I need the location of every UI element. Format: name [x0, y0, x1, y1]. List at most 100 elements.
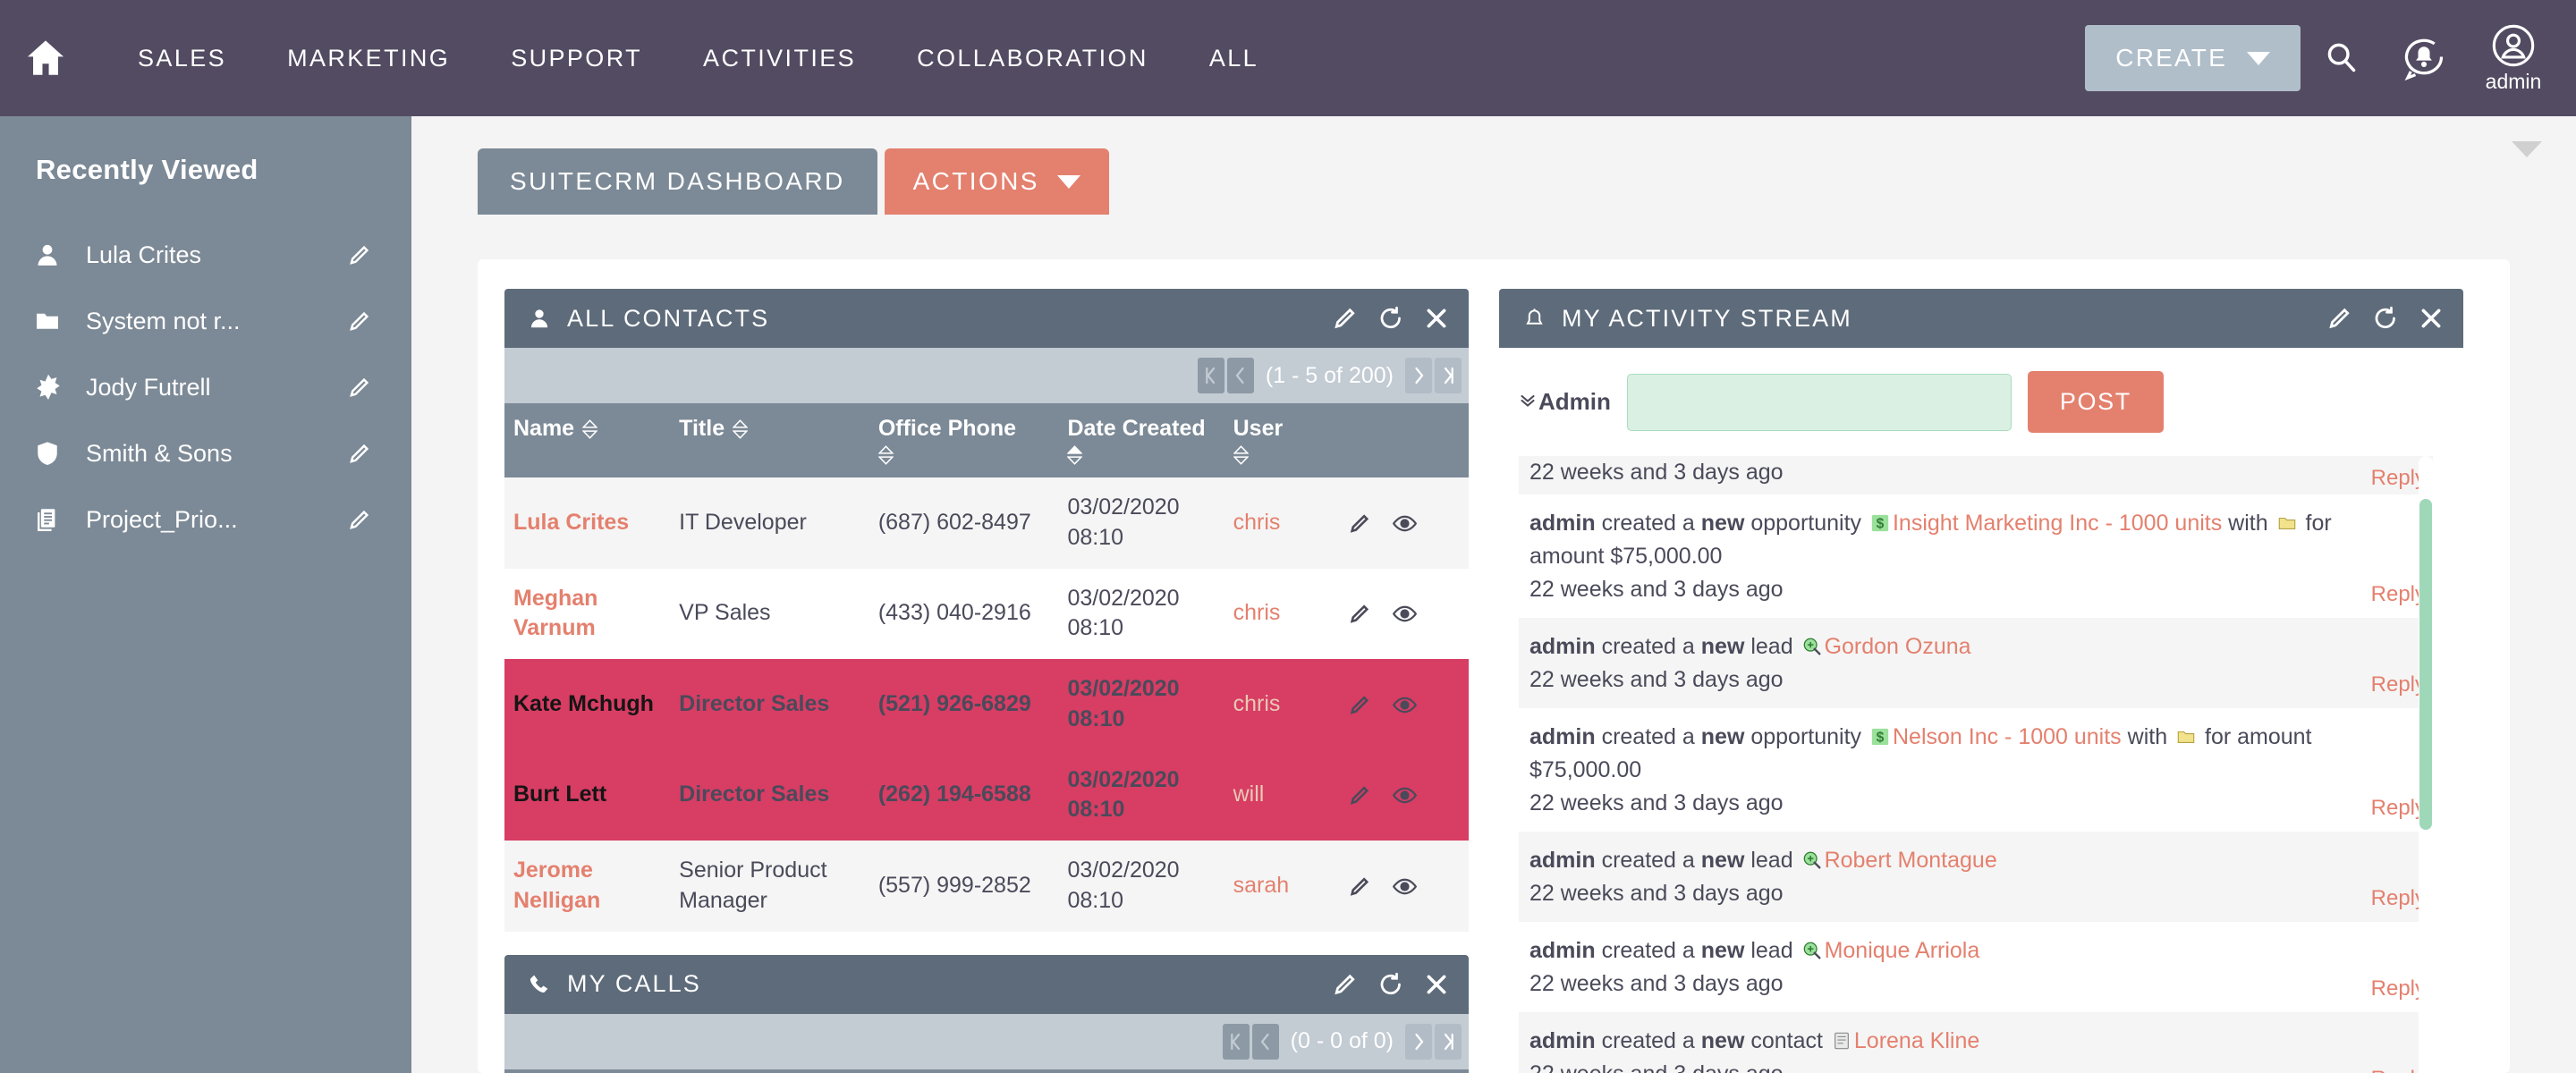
pencil-icon[interactable] [343, 441, 376, 466]
record-link[interactable]: Insight Marketing Inc - 1000 units [1893, 511, 2222, 536]
post-as-user[interactable]: Admin [1519, 388, 1611, 416]
pager-first-button[interactable] [1198, 358, 1224, 393]
contact-link[interactable]: Kate Mchugh [513, 691, 654, 716]
create-button[interactable]: CREATE [2085, 25, 2301, 91]
column-header-start-date[interactable]: Start Date [948, 1069, 1147, 1073]
pencil-icon[interactable] [1347, 511, 1371, 536]
sort-toggle-icon[interactable] [582, 416, 597, 439]
activity-scrollbar-track[interactable] [2419, 456, 2433, 1073]
list-item-partial[interactable]: 22 weeks and 3 days ago Reply [1519, 456, 2433, 494]
pager-last-button[interactable] [1435, 1024, 1462, 1060]
reply-link[interactable]: Reply [2371, 466, 2426, 491]
notification-bell-icon[interactable] [2383, 17, 2465, 99]
list-item[interactable]: admin created a new contact Lorena Kline… [1519, 1012, 2433, 1073]
pager-last-button[interactable] [1435, 358, 1462, 393]
activity-scrollbar-thumb[interactable] [2419, 499, 2432, 830]
pencil-icon[interactable] [343, 375, 376, 400]
user-link[interactable]: chris [1233, 510, 1281, 535]
eye-icon[interactable] [1392, 601, 1418, 627]
sort-toggle-icon[interactable] [878, 442, 1054, 465]
tab-suitecrm-dashboard[interactable]: SUITECRM DASHBOARD [478, 148, 877, 215]
column-header-name[interactable]: Name [504, 403, 670, 477]
column-header-user[interactable]: User [1224, 403, 1339, 477]
reply-link[interactable]: Reply [2371, 796, 2426, 821]
post-button[interactable]: POST [2028, 371, 2164, 433]
reply-link[interactable]: Reply [2371, 672, 2426, 697]
sort-toggle-icon[interactable] [1233, 442, 1334, 465]
record-link[interactable]: Robert Montague [1825, 848, 1997, 873]
column-header-subject[interactable]: Subject [617, 1069, 778, 1073]
table-row[interactable]: Jerome Nelligan Senior Product Manager (… [504, 841, 1469, 932]
list-item[interactable]: admin created a new lead Monique Arriola… [1519, 922, 2433, 1012]
record-link[interactable]: Nelson Inc - 1000 units [1893, 724, 2122, 749]
list-item[interactable]: admin created a new opportunity $Insight… [1519, 494, 2433, 618]
contact-link[interactable]: Lula Crites [513, 510, 629, 535]
home-icon[interactable] [20, 32, 72, 84]
close-icon[interactable] [1424, 972, 1449, 997]
sidebar-item-project-prio[interactable]: Project_Prio... [0, 486, 411, 553]
record-link[interactable]: Gordon Ozuna [1825, 634, 1971, 659]
pager-next-button[interactable] [1405, 1024, 1432, 1060]
eye-icon[interactable] [1392, 511, 1418, 536]
pager-prev-button[interactable] [1227, 358, 1254, 393]
pencil-icon[interactable] [2326, 305, 2352, 332]
column-header-office-phone[interactable]: Office Phone [869, 403, 1059, 477]
nav-item-marketing[interactable]: MARKETING [257, 45, 480, 72]
list-item[interactable]: admin created a new lead Gordon Ozuna 22… [1519, 618, 2433, 708]
pencil-icon[interactable] [343, 242, 376, 267]
reply-link[interactable]: Reply [2371, 1067, 2426, 1073]
pager-next-button[interactable] [1405, 358, 1432, 393]
nav-item-activities[interactable]: ACTIVITIES [673, 45, 886, 72]
pencil-icon[interactable] [1347, 783, 1371, 807]
sort-toggle-icon-active-asc[interactable] [1067, 442, 1218, 465]
pencil-icon[interactable] [1347, 693, 1371, 717]
refresh-icon[interactable] [1377, 305, 1404, 332]
eye-icon[interactable] [1392, 874, 1418, 900]
pencil-icon[interactable] [343, 308, 376, 334]
pencil-icon[interactable] [1347, 602, 1371, 626]
table-row[interactable]: Lula Crites IT Developer (687) 602-8497 … [504, 477, 1469, 569]
sidebar-item-system-not-r[interactable]: System not r... [0, 288, 411, 354]
reply-link[interactable]: Reply [2371, 886, 2426, 911]
contact-link[interactable]: Meghan Varnum [513, 586, 597, 641]
sort-toggle-icon[interactable] [733, 416, 748, 439]
user-link[interactable]: sarah [1233, 873, 1290, 898]
column-header-title[interactable]: Title [670, 403, 869, 477]
tab-actions[interactable]: ACTIONS [885, 148, 1109, 215]
record-link[interactable]: Lorena Kline [1854, 1028, 1979, 1053]
refresh-icon[interactable] [1377, 971, 1404, 998]
reply-link[interactable]: Reply [2371, 976, 2426, 1001]
pencil-icon[interactable] [1347, 874, 1371, 899]
pencil-icon[interactable] [1331, 305, 1358, 332]
list-item[interactable]: admin created a new lead Robert Montague… [1519, 832, 2433, 922]
table-row[interactable]: Kate Mchugh Director Sales (521) 926-682… [504, 659, 1469, 750]
sidebar-item-lula-crites[interactable]: Lula Crites [0, 222, 411, 288]
user-avatar[interactable]: admin [2470, 23, 2556, 94]
nav-item-all[interactable]: ALL [1179, 45, 1289, 72]
page-collapse-caret-icon[interactable] [2512, 141, 2542, 157]
record-link[interactable]: Monique Arriola [1825, 938, 1980, 963]
close-icon[interactable] [2419, 306, 2444, 331]
refresh-icon[interactable] [2372, 305, 2399, 332]
reply-link[interactable]: Reply [2371, 582, 2426, 607]
pager-first-button[interactable] [1223, 1024, 1250, 1060]
column-header-related-to[interactable]: Related to [778, 1069, 948, 1073]
nav-item-sales[interactable]: SALES [107, 45, 257, 72]
nav-item-support[interactable]: SUPPORT [480, 45, 673, 72]
contact-link[interactable]: Burt Lett [513, 782, 606, 807]
activity-post-input[interactable] [1627, 374, 2012, 431]
sidebar-item-jody-futrell[interactable]: Jody Futrell [0, 354, 411, 420]
eye-icon[interactable] [1392, 782, 1418, 808]
column-header-close[interactable]: Close [504, 1069, 617, 1073]
search-icon[interactable] [2301, 17, 2383, 99]
pencil-icon[interactable] [1331, 971, 1358, 998]
pencil-icon[interactable] [343, 507, 376, 532]
user-link[interactable]: chris [1233, 600, 1281, 625]
contact-link[interactable]: Jerome Nelligan [513, 858, 600, 913]
column-header-status[interactable]: Status [1308, 1069, 1469, 1073]
table-row[interactable]: Burt Lett Director Sales (262) 194-6588 … [504, 750, 1469, 841]
table-row[interactable]: Meghan Varnum VP Sales (433) 040-2916 03… [504, 569, 1469, 660]
column-header-date-created[interactable]: Date Created [1058, 403, 1224, 477]
eye-icon[interactable] [1392, 692, 1418, 718]
sidebar-item-smith-and-sons[interactable]: Smith & Sons [0, 420, 411, 486]
